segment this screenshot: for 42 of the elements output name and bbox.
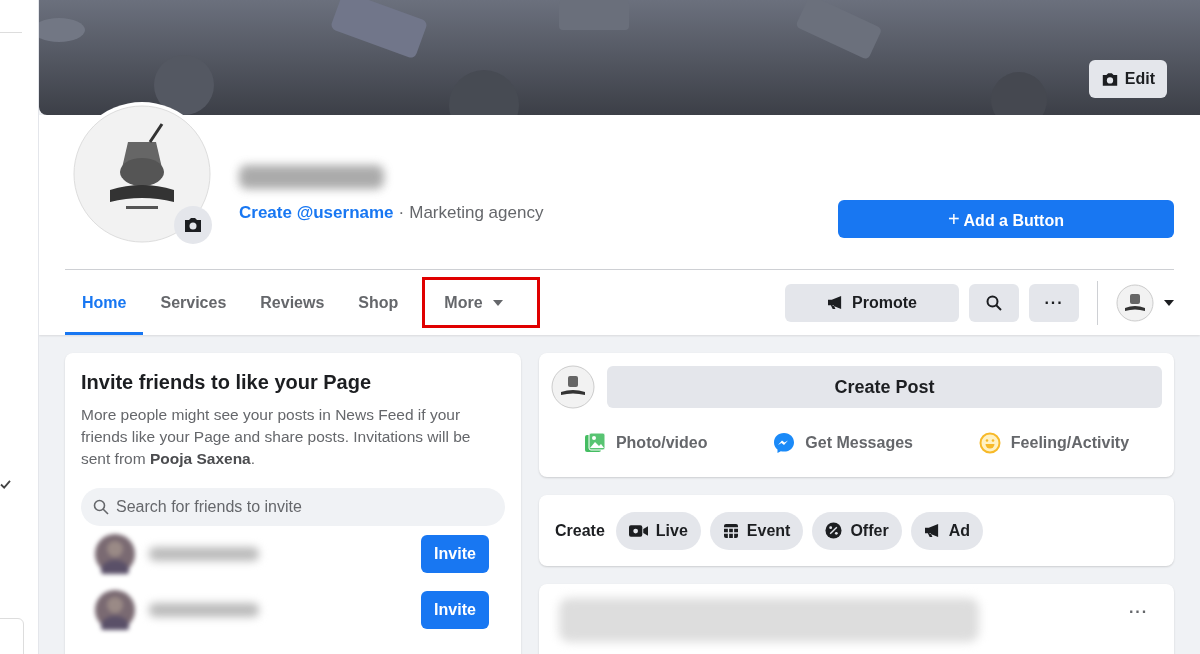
video-camera-icon [628,523,648,538]
post-menu-button[interactable]: ··· [1123,602,1154,622]
username-link[interactable]: Create @username [239,203,394,223]
camera-button[interactable] [174,206,212,244]
add-button[interactable]: + Add a Button [838,200,1174,238]
more-button[interactable]: ··· [1029,283,1079,322]
promote-button[interactable]: Promote [785,283,959,322]
image-icon [583,432,606,454]
page-category: Marketing agency [409,203,544,223]
nav-tab[interactable]: Reviews [243,270,342,335]
separator-dot: · [398,203,405,223]
create-post-button[interactable]: Create Post [607,366,1162,408]
page-avatar-icon[interactable] [1116,283,1154,322]
create-chip[interactable]: Offer [812,511,902,550]
check-icon [0,480,11,489]
composer-option[interactable]: Feeling/Activity [972,423,1136,463]
messenger-icon [773,432,796,454]
camera-icon [183,217,203,233]
nav-tab[interactable]: Services [143,270,244,335]
create-chip[interactable]: Live [615,511,701,550]
smiley-icon [978,432,1001,454]
invite-button[interactable]: Invite [421,591,489,629]
create-label: Create [555,521,605,540]
caret-icon[interactable] [1164,299,1174,306]
calendar-icon [722,522,739,539]
nav-tab[interactable]: Home [65,270,144,335]
create-chip[interactable]: Event [709,511,804,550]
nav-tab[interactable]: Shop [341,270,416,335]
search-icon [986,294,1002,311]
search-icon [93,499,109,515]
page-avatar-icon [551,365,595,409]
search-field[interactable]: Search for friends to invite [81,488,505,526]
search-button[interactable] [969,283,1019,322]
discount-icon [825,522,843,539]
create-chip[interactable]: Ad [910,511,983,550]
card-title: Invite friends to like your Page [81,371,373,394]
composer-option[interactable]: Photo/video [577,423,714,463]
nav-tab[interactable]: More [415,270,547,335]
megaphone-icon [923,523,941,538]
invite-button[interactable]: Invite [421,535,489,573]
composer-option[interactable]: Get Messages [767,423,919,463]
invite-description: More people might see your posts in News Feed if your friends like your Page and share posts. Invitations will be sent from Pooja Saxena. [81,405,472,469]
